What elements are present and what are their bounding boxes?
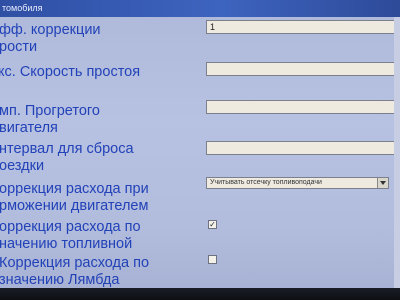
fuel-correction-checkbox[interactable]: ✓ xyxy=(208,220,217,229)
engine-braking-correction-label: оррекция расхода при рможении двигателем xyxy=(0,181,149,214)
lambda-correction-label: Коррекция расхода по значению Лямбда xyxy=(0,255,150,288)
warm-engine-temp-label: мп. Прогретого вигателя xyxy=(0,103,100,136)
settings-screen: томобиля фф. коррекции рости кс. Скорост… xyxy=(0,0,400,300)
trip-reset-interval-field[interactable] xyxy=(206,141,396,155)
right-edge-strip xyxy=(394,17,400,288)
trip-reset-interval-label: нтервал для сброса оездки xyxy=(0,141,134,174)
fuel-correction-label: оррекция расхода по начению топливной xyxy=(0,219,141,252)
window-title-bar: томобиля xyxy=(0,0,400,17)
chevron-down-icon[interactable] xyxy=(377,178,388,188)
lambda-correction-checkbox[interactable] xyxy=(208,255,217,264)
check-icon: ✓ xyxy=(209,220,216,229)
screen-bezel xyxy=(0,288,400,300)
correction-coeff-field[interactable] xyxy=(206,20,396,34)
engine-braking-correction-select[interactable]: Учитывать отсечку топливоподачи xyxy=(206,177,389,189)
warm-engine-temp-field[interactable] xyxy=(206,100,396,114)
idle-speed-field[interactable] xyxy=(206,62,396,76)
idle-speed-label: кс. Скорость простоя xyxy=(0,64,141,80)
engine-braking-correction-value: Учитывать отсечку топливоподачи xyxy=(210,179,322,186)
correction-coeff-label: фф. коррекции рости xyxy=(0,22,101,55)
window-title: томобиля xyxy=(2,3,43,13)
